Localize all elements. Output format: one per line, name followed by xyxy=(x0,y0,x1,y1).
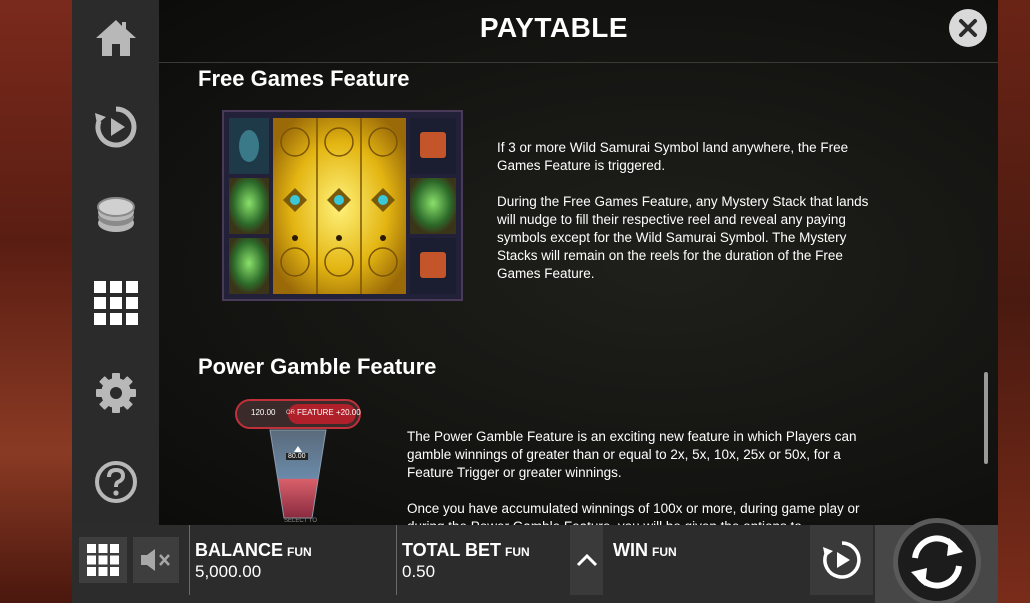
menu-button[interactable] xyxy=(79,537,127,583)
total-bet-label: TOTAL BET xyxy=(402,540,501,560)
power-gamble-meter-image: 120.00 OR FEATURE +20.00 80.00 SELECT TO xyxy=(234,398,362,525)
menu-grid-icon xyxy=(87,544,119,576)
background-left xyxy=(0,0,72,603)
mute-icon xyxy=(141,549,170,571)
help-icon xyxy=(94,461,137,503)
spin-icon xyxy=(911,535,963,589)
sidebar-item-paytable[interactable] xyxy=(72,268,159,338)
balance-display: BALANCE FUN 5,000.00 xyxy=(189,525,394,595)
power-gamble-text-1: The Power Gamble Feature is an exciting … xyxy=(407,429,857,480)
free-games-text-2: During the Free Games Feature, any Myste… xyxy=(497,194,869,281)
gear-icon xyxy=(95,373,136,413)
reel-grid-graphic xyxy=(224,112,461,299)
coins-icon xyxy=(96,197,135,232)
chevron-up-icon xyxy=(576,553,597,567)
sidebar-item-coins[interactable] xyxy=(72,180,159,250)
bet-up-button[interactable] xyxy=(570,525,603,595)
autoplay-button[interactable] xyxy=(810,525,873,595)
power-gamble-text-2: Once you have accumulated winnings of 10… xyxy=(407,501,860,525)
free-games-title: Free Games Feature xyxy=(198,66,410,91)
mute-button[interactable] xyxy=(133,537,179,583)
meter-left-value: 120.00 xyxy=(251,408,276,417)
meter-or-text: OR xyxy=(286,410,295,416)
sidebar-item-home[interactable] xyxy=(72,3,159,73)
win-display: WIN FUN xyxy=(607,525,807,595)
sidebar-item-replay[interactable] xyxy=(72,92,159,162)
sidebar-item-settings[interactable] xyxy=(72,358,159,428)
free-games-text-1: If 3 or more Wild Samurai Symbol land an… xyxy=(497,140,849,173)
win-fun-tag: FUN xyxy=(652,545,677,559)
spin-button[interactable] xyxy=(893,518,981,603)
sidebar xyxy=(72,0,159,525)
scrollbar[interactable] xyxy=(984,372,988,464)
total-bet-fun-tag: FUN xyxy=(505,545,530,559)
meter-bottom-text: SELECT TO xyxy=(284,518,318,524)
meter-right-value: FEATURE +20.00 xyxy=(297,408,361,417)
balance-value: 5,000.00 xyxy=(195,562,262,581)
balance-label: BALANCE xyxy=(195,540,283,560)
balance-fun-tag: FUN xyxy=(287,545,312,559)
divider xyxy=(396,525,397,595)
close-button[interactable] xyxy=(949,9,987,47)
meter-center-value: 80.00 xyxy=(286,453,308,460)
free-games-reel-image xyxy=(222,110,463,301)
power-gamble-title: Power Gamble Feature xyxy=(198,354,437,379)
spin-area xyxy=(875,518,998,603)
background-right xyxy=(998,0,1030,603)
sidebar-item-help[interactable] xyxy=(72,447,159,517)
title-divider xyxy=(159,62,998,63)
divider xyxy=(189,525,190,595)
total-bet-value: 0.50 xyxy=(402,562,436,581)
paytable-panel: PAYTABLE Free Games Feature If 3 or more… xyxy=(159,0,998,525)
autoplay-icon xyxy=(822,541,861,579)
total-bet-display: TOTAL BET FUN 0.50 xyxy=(396,525,566,595)
close-icon xyxy=(959,19,977,37)
win-label: WIN xyxy=(613,540,648,560)
grid-icon xyxy=(93,281,138,325)
home-icon xyxy=(95,20,136,56)
bottom-bar: BALANCE FUN 5,000.00 TOTAL BET FUN 0.50 WI… xyxy=(72,518,998,603)
page-title: PAYTABLE xyxy=(479,12,629,43)
replay-icon xyxy=(94,106,136,148)
